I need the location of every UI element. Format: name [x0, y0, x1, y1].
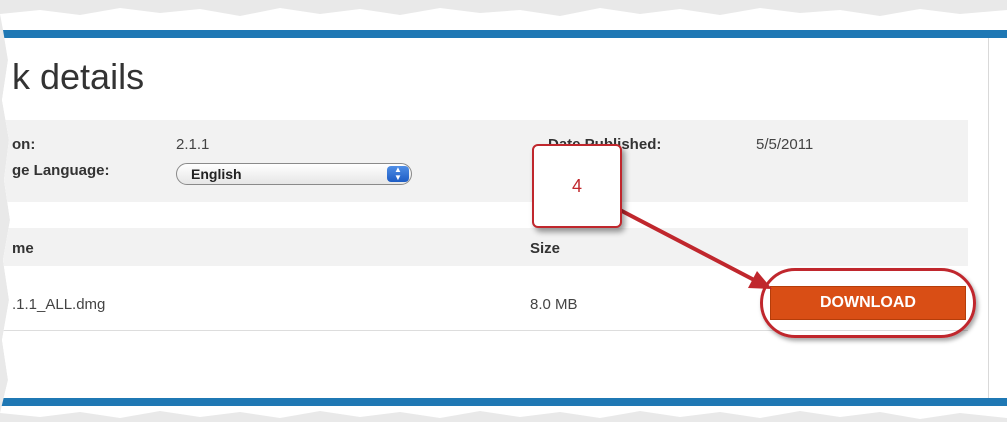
up-down-chevron-icon: ▲ ▼ — [387, 166, 409, 182]
version-label: on: — [12, 136, 36, 153]
file-size: 8.0 MB — [530, 296, 578, 313]
files-table-header — [0, 228, 968, 266]
callout-highlight-ring — [760, 268, 976, 338]
top-blue-rule — [0, 30, 1007, 38]
language-select[interactable]: English ▲ ▼ — [176, 163, 412, 185]
step-number: 4 — [571, 176, 582, 196]
page-title: k details — [12, 56, 145, 97]
info-section — [0, 120, 968, 202]
step-callout: 4 — [532, 144, 622, 228]
bottom-blue-rule — [0, 398, 1007, 406]
date-published-value: 5/5/2011 — [756, 136, 814, 153]
file-name: .1.1_ALL.dmg — [12, 296, 106, 313]
details-panel: k details on: 2.1.1 ge Language: English… — [0, 38, 989, 398]
torn-sheet: k details on: 2.1.1 ge Language: English… — [0, 8, 1007, 419]
column-size-header: Size — [530, 240, 561, 257]
screenshot-frame: k details on: 2.1.1 ge Language: English… — [0, 0, 1007, 422]
column-name-header: me — [12, 240, 34, 257]
version-value: 2.1.1 — [176, 136, 210, 153]
language-select-value: English — [191, 166, 242, 182]
language-label: ge Language: — [12, 162, 110, 179]
